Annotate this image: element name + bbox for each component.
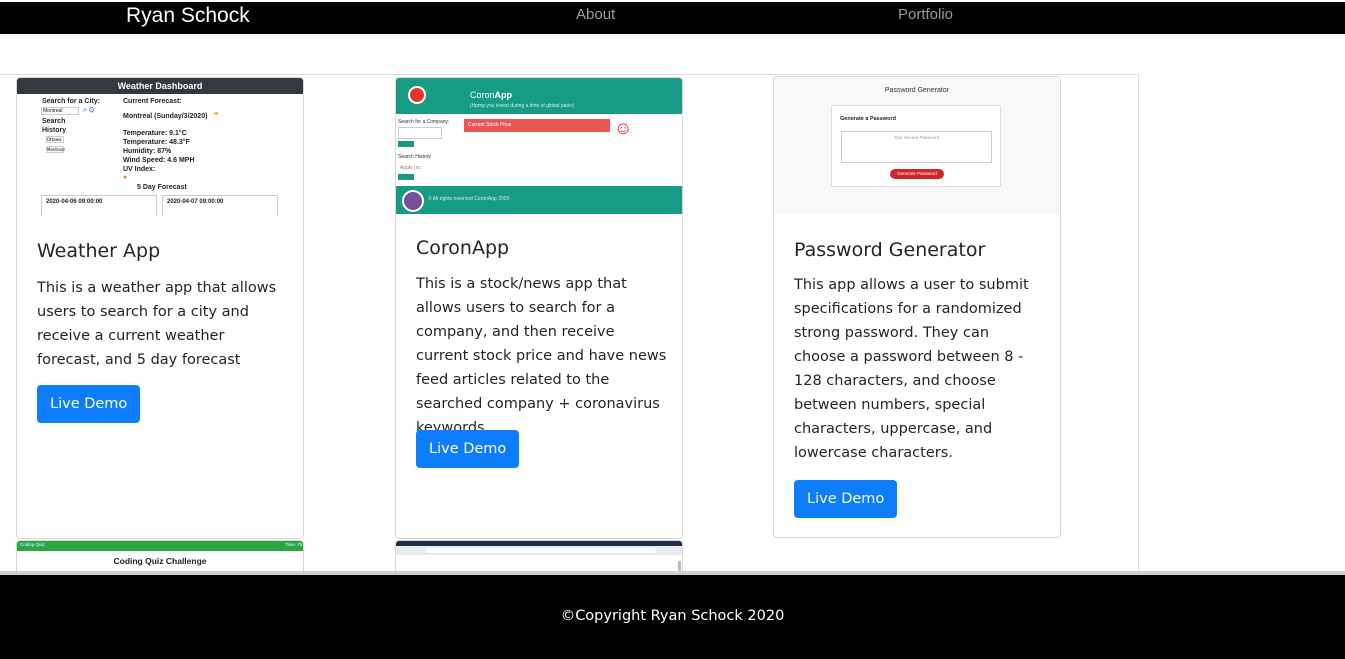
screenshot-text: Montreal (Sunday/3/2020) [123,113,208,120]
coronapp-screenshot: CoronApp (Hpmp you invest during a time … [396,78,682,214]
screenshot-card: Generate a Password Your Secure Password… [831,105,1001,187]
screenshot-url-field [426,548,656,553]
footer: ©Copyright Ryan Schock 2020 [0,575,1345,659]
project-card-coronapp: CoronApp (Hpmp you invest during a time … [395,77,683,539]
screenshot-search-icon: ⌕ ⚙ [83,107,95,114]
live-demo-button[interactable]: Live Demo [416,430,520,468]
screenshot-text: Coding Quiz [20,542,45,547]
screenshot-text: Apple Inc [400,165,421,171]
screenshot-button [398,141,414,147]
screenshot-text: Current Forecast: [123,98,182,105]
screenshot-text: Humidity: 87% [123,148,172,155]
project-card-coding-quiz: Coding Quiz Time: 75 Coding Quiz Challen… [16,540,304,571]
screenshot-button: Generate Password [890,169,944,179]
live-demo-button[interactable]: Live Demo [37,385,141,423]
card-text: This is a stock/news app that allows use… [416,276,667,436]
screenshot-text: (Hpmp you invest during a time of global… [470,103,575,109]
live-demo-button[interactable]: Live Demo [794,480,898,518]
screenshot-text: © All rights reserved CoronApp 2020 [428,196,510,202]
card-title: CoronApp [416,237,510,259]
screenshot-text: Search for a Company: [398,119,450,125]
weather-app-screenshot: Weather Dashboard Search for a City: Mon… [17,78,303,216]
card-text: This app allows a user to submit specifi… [794,277,1029,461]
screenshot-text: Montreal [43,108,63,114]
screenshot-text: Current Stock Price [464,119,610,132]
card-title: Weather App [37,240,161,262]
screenshot-button [398,174,414,180]
businessman-cartoon-icon: ☺ [614,118,633,138]
nav-link-about[interactable]: About [576,6,615,23]
screenshot-text: Search History [398,154,431,160]
screenshot-text: Coding Quiz Challenge [113,556,207,566]
screenshot-textarea: Your Secure Password [841,131,992,163]
screenshot-input [398,127,442,139]
nav-link-portfolio[interactable]: Portfolio [898,6,953,23]
card-title: Password Generator [794,239,986,261]
screenshot-text: 2020-04-06 09:00:00 [46,199,103,205]
screenshot-text: 2020-04-07 09:00:00 [167,199,224,205]
screenshot-text: Ottawa [46,136,64,143]
screenshot-text: Temperature: 48.3°F [123,139,190,146]
screenshot-header: Weather Dashboard [17,78,303,94]
screenshot-text: UV Index: [123,166,156,173]
screenshot-text: Password Generator [884,87,950,94]
screenshot-header: Coding Quiz Time: 75 [17,541,303,551]
avatar [402,190,424,212]
screenshot-text: 5 Day Forecast [137,184,187,191]
screenshot-text: Wind Speed: 4.6 MPH [123,157,195,164]
uv-icon: ● [123,174,128,181]
password-generator-screenshot: Password Generator Generate a Password Y… [774,77,1060,214]
brand-link[interactable]: Ryan Schock [126,4,250,28]
screenshot-text: Search for a City: [42,98,100,105]
screenshot-text: Temperature: 9.1°C [123,130,187,137]
screenshot-text: Montreal [46,146,65,153]
project-card-weather: Weather Dashboard Search for a City: Mon… [16,77,304,539]
portfolio-container: Weather Dashboard Search for a City: Mon… [0,74,1139,572]
navbar: Ryan Schock About Portfolio [0,2,1345,34]
weather-icon: ☂ [213,112,220,119]
coronapp-logo-icon [408,86,426,104]
copyright-text: ©Copyright Ryan Schock 2020 [560,608,785,624]
screenshot-text: Generate a Password [840,116,896,122]
screenshot-text: Time: 75 [285,542,303,547]
project-card-browser-app [395,540,683,571]
card-text: This is a weather app that allows users … [37,280,277,368]
screenshot-text: Search History [42,118,67,134]
screenshot-text: CoronApp [470,90,513,100]
project-card-password-generator: Password Generator Generate a Password Y… [773,76,1061,538]
